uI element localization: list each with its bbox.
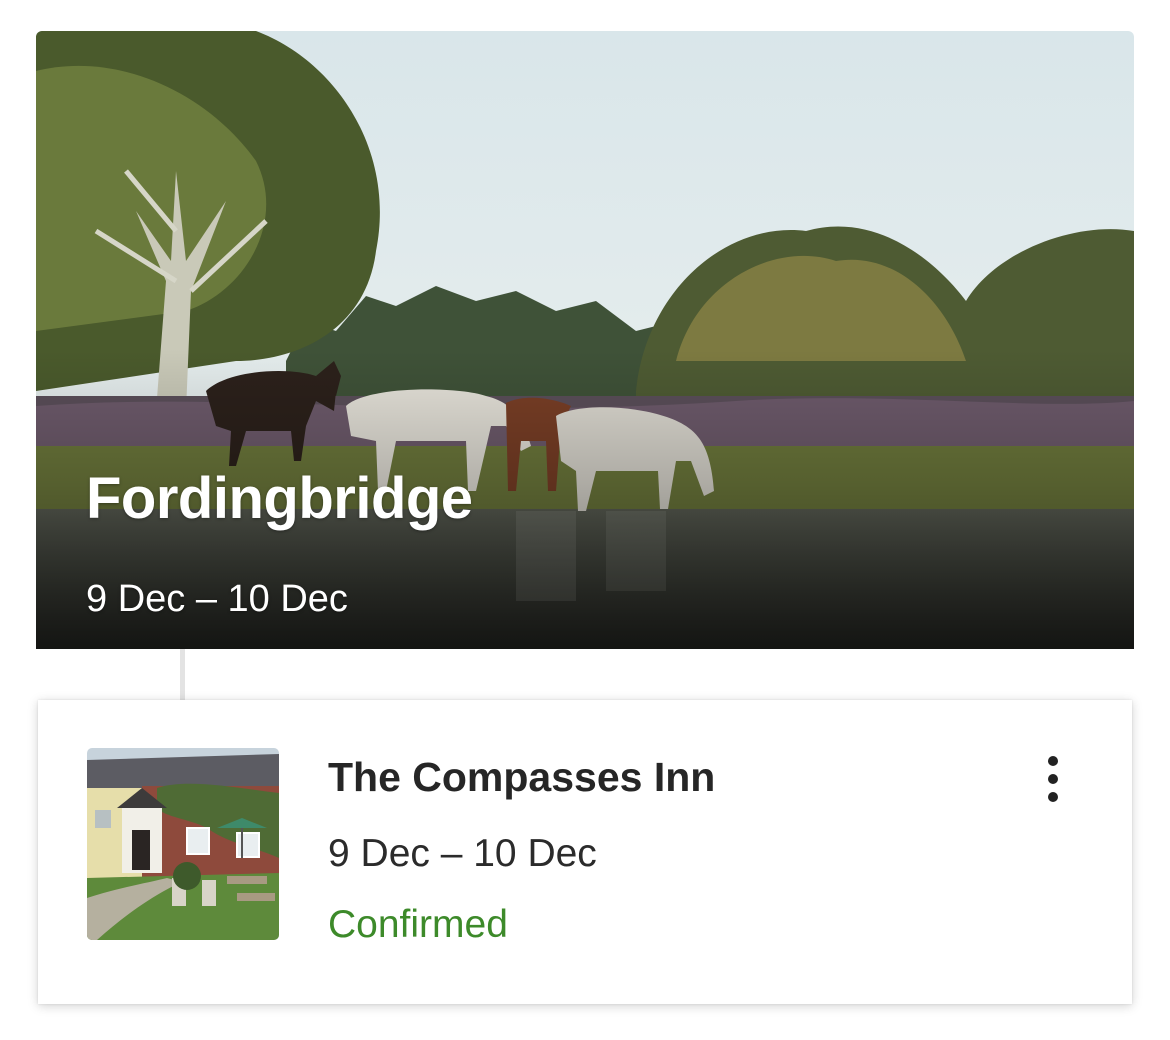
booking-thumbnail	[87, 748, 279, 940]
destination-dates: 9 Dec – 10 Dec	[86, 578, 348, 620]
more-vertical-icon-dot	[1048, 792, 1058, 802]
booking-title: The Compasses Inn	[328, 754, 716, 800]
booking-dates: 9 Dec – 10 Dec	[328, 832, 597, 875]
booking-status: Confirmed	[328, 903, 508, 946]
more-vertical-icon	[1048, 756, 1058, 766]
more-vertical-icon-dot	[1048, 774, 1058, 784]
booking-card[interactable]: The Compasses Inn 9 Dec – 10 Dec Confirm…	[38, 700, 1132, 1004]
destination-title: Fordingbridge	[86, 466, 473, 531]
more-options-button[interactable]	[1030, 748, 1076, 810]
timeline-connector	[180, 649, 185, 700]
destination-card[interactable]: Fordingbridge 9 Dec – 10 Dec	[36, 31, 1134, 649]
